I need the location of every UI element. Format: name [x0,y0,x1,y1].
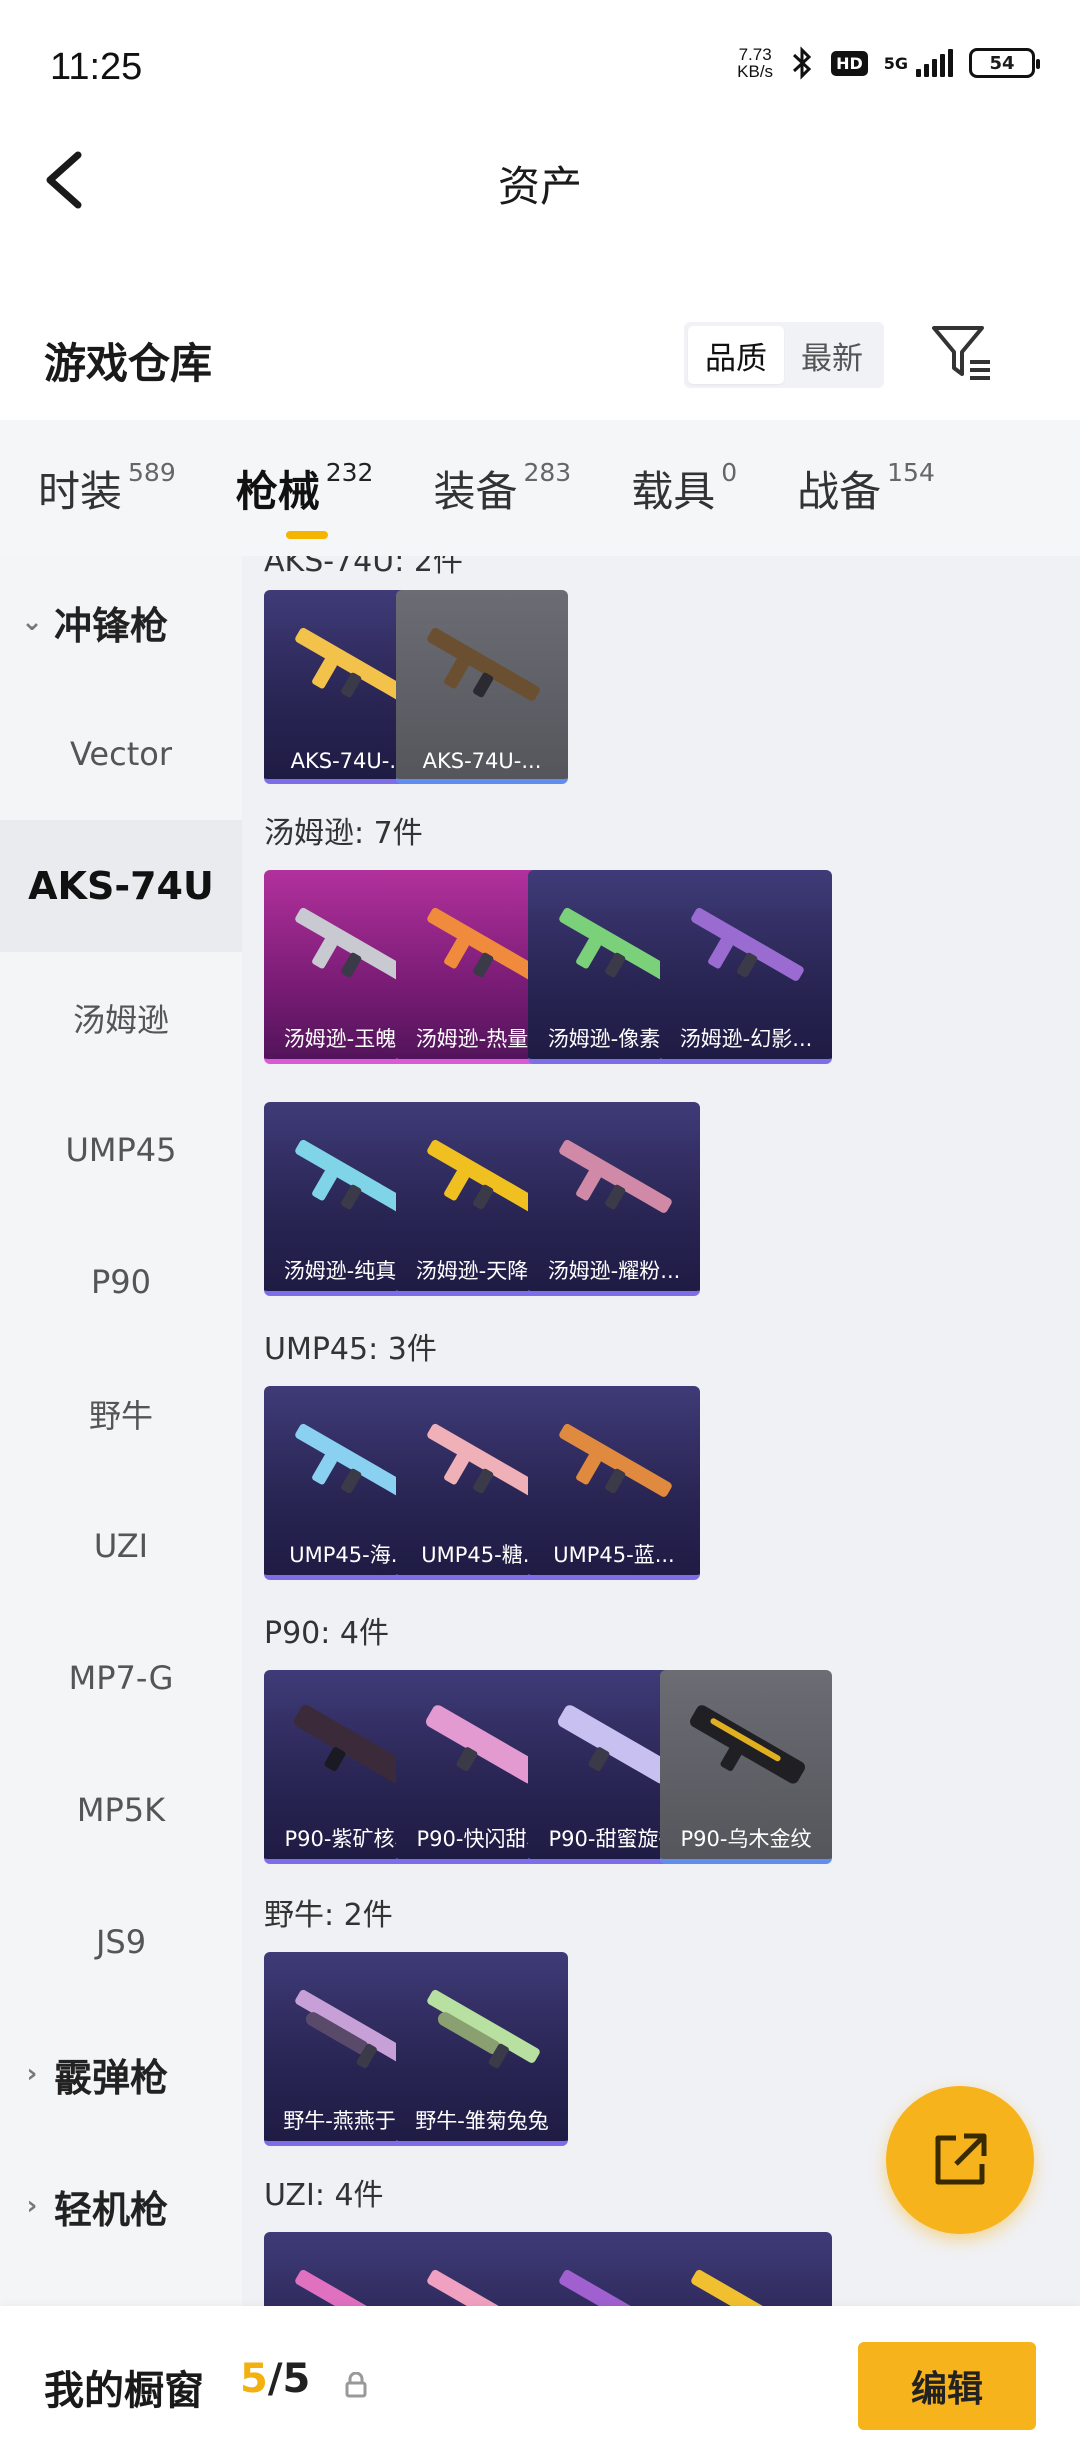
sidebar-item-uzi[interactable]: UZI [0,1480,242,1612]
weapon-card[interactable]: AKS-74U-... [396,590,568,784]
section-title-aks-74u: AKS-74U: 2件 [264,556,463,579]
weapon-card-label: 汤姆逊-幻影... [679,1027,813,1051]
weapon-card[interactable]: P90-乌木金纹 [660,1670,832,1864]
section-title-uzi: UZI: 4件 [264,2178,384,2213]
sidebar-item-aks-74u[interactable]: AKS-74U [0,820,242,952]
title-bar: 资产 [0,135,1080,225]
sidebar-item-p90[interactable]: P90 [0,1216,242,1348]
weapon-skin-image [691,907,804,981]
showcase-count: 5/5 [240,2356,310,2402]
tab-firearms[interactable]: 枪械 232 [235,457,374,539]
sidebar-item-thompson[interactable]: 汤姆逊 [0,952,242,1084]
status-time: 11:25 [50,46,143,88]
tab-label: 载具 [631,466,716,516]
tab-supplies[interactable]: 战备 154 [797,458,935,519]
section-title-thompson: 汤姆逊: 7件 [264,816,423,851]
sort-newest-button[interactable]: 最新 [784,326,880,384]
sidebar-group-smg[interactable]: ⌄ 冲锋枪 [0,556,242,688]
weapon-card[interactable]: UMP45-蓝... [528,1386,700,1580]
chevron-down-icon: ⌄ [21,607,43,637]
section-title-ump45: UMP45: 3件 [264,1332,437,1367]
tab-label: 战备 [797,466,882,516]
network-speed: 7.73 KB/s [737,46,773,80]
weapon-skin-image [691,2269,804,2306]
status-bar: 11:25 7.73 KB/s HD 5G 54 [0,0,1080,135]
share-external-icon [935,2133,987,2185]
weapon-skin-image [427,1989,540,2069]
tab-count: 589 [128,457,176,487]
sidebar-group-label: 冲锋枪 [54,603,169,648]
warehouse-title: 游戏仓库 [44,339,213,388]
chevron-right-icon: › [26,2191,38,2221]
tab-equipment[interactable]: 装备 283 [433,458,571,519]
sidebar-item-bizon[interactable]: 野牛 [0,1348,242,1480]
weapon-card[interactable]: 野牛-雏菊兔兔 [396,1952,568,2146]
page-title: 资产 [497,162,582,211]
battery-icon: 54 [969,48,1040,78]
section-title-p90: P90: 4件 [264,1616,389,1651]
tab-label: 枪械 [235,466,320,516]
sidebar-item-mp5k[interactable]: MP5K [0,1744,242,1876]
showcase-count-separator: / [267,2356,283,2402]
weapon-card-label: P90-乌木金纹 [680,1827,812,1851]
sidebar-group-shotgun[interactable]: › 霰弹枪 [0,2008,242,2140]
showcase-bar: 我的橱窗 5/5 编辑 [0,2306,1080,2460]
filter-icon[interactable] [930,322,994,384]
tab-vehicles[interactable]: 载具 0 [631,458,737,519]
tab-count: 283 [523,457,572,487]
sidebar-group-lmg[interactable]: › 轻机枪 [0,2140,242,2272]
showcase-count-current: 5 [240,2356,268,2402]
bluetooth-icon [793,46,812,80]
weapon-skin-image [559,1139,672,1213]
weapon-card-label: 野牛-雏菊兔兔 [415,2109,549,2133]
showcase-count-total: 5 [282,2356,311,2402]
weapon-card[interactable] [660,2232,832,2306]
weapon-card-label: AKS-74U-... [422,749,542,773]
tab-count: 0 [721,457,738,487]
weapon-card-label: UMP45-蓝... [553,1543,675,1567]
active-tab-indicator [285,530,328,539]
category-tabs: 时装 589 枪械 232 装备 283 载具 0 战备 154 [0,420,1080,556]
tab-fashion[interactable]: 时装 589 [38,458,176,519]
sidebar-item-mp7-g[interactable]: MP7-G [0,1612,242,1744]
signal-icon [916,49,953,77]
sort-quality-button[interactable]: 品质 [688,326,784,384]
battery-level: 54 [989,52,1015,74]
sidebar-group-label: 轻机枪 [54,2187,169,2232]
section-title-bizon: 野牛: 2件 [264,1898,393,1933]
weapon-skin-image [690,1705,805,1784]
lock-icon [345,2372,367,2398]
share-button[interactable] [886,2086,1034,2234]
sidebar-group-label: 霰弹枪 [54,2055,169,2100]
weapon-skin-image [427,627,540,701]
network-type: 5G [883,53,908,73]
weapon-category-sidebar: ⌄ 冲锋枪 Vector AKS-74U 汤姆逊 UMP45 P90 野牛 UZ… [0,556,242,2306]
status-icons: 7.73 KB/s HD 5G 54 [737,46,1040,80]
tab-count: 154 [887,457,935,487]
weapon-card[interactable]: 汤姆逊-耀粉... [528,1102,700,1296]
chevron-right-icon: › [26,2059,38,2089]
weapon-card[interactable]: 汤姆逊-幻影... [660,870,832,1064]
network-speed-value: 7.73 [738,45,772,64]
weapon-card-label: 汤姆逊-耀粉... [547,1259,681,1283]
sort-toggle: 品质 最新 [684,322,884,388]
sidebar-item-js9[interactable]: JS9 [0,1876,242,2008]
sidebar-item-vector[interactable]: Vector [0,688,242,820]
weapon-grid: AKS-74U: 2件 AKS-74U-... AKS-74U-... 汤姆逊:… [242,556,1080,2306]
weapon-skin-image [559,1423,672,1497]
tab-label: 时装 [38,466,123,516]
tab-count: 232 [325,457,374,487]
showcase-title: 我的橱窗 [44,2368,204,2414]
sidebar-item-ump45[interactable]: UMP45 [0,1084,242,1216]
edit-button[interactable]: 编辑 [858,2342,1036,2430]
hd-icon: HD [831,50,868,76]
tab-label: 装备 [433,466,518,516]
network-speed-unit: KB/s [737,62,774,81]
